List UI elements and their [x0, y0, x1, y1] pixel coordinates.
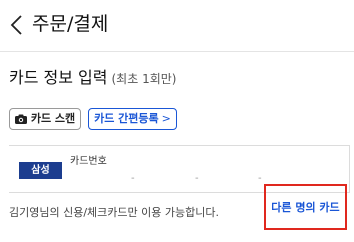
- card-number-separator: -: [131, 173, 135, 184]
- section-title: 카드 정보 입력 (최초 1회만): [9, 66, 176, 91]
- chevron-left-icon: [10, 15, 22, 35]
- page-title: 주문/결제: [32, 13, 109, 35]
- other-name-card-link[interactable]: 다른 명의 카드: [264, 184, 347, 230]
- card-input-title: 카드 정보 입력: [9, 68, 108, 87]
- other-name-card-label: 다른 명의 카드: [271, 201, 340, 214]
- card-owner-notice: 김기영님의 신용/체크카드만 이용 가능합니다.: [9, 206, 219, 219]
- card-register-button[interactable]: 카드 간편등록 >: [88, 108, 177, 130]
- card-register-label: 카드 간편등록: [94, 112, 159, 125]
- header-bar: 주문/결제: [0, 0, 354, 50]
- card-number-separator: -: [195, 173, 199, 184]
- card-scan-label: 카드 스캔: [30, 112, 76, 125]
- chevron-right-icon: >: [161, 112, 171, 125]
- card-number-separator: -: [258, 173, 262, 184]
- card-input-note: (최초 1회만): [111, 72, 177, 86]
- header-divider: [0, 51, 354, 52]
- card-brand-badge[interactable]: 삼성: [19, 162, 62, 179]
- card-scan-button[interactable]: 카드 스캔: [9, 108, 81, 130]
- card-number-label: 카드번호: [70, 156, 107, 167]
- back-button[interactable]: [6, 11, 30, 39]
- camera-icon: [14, 114, 27, 124]
